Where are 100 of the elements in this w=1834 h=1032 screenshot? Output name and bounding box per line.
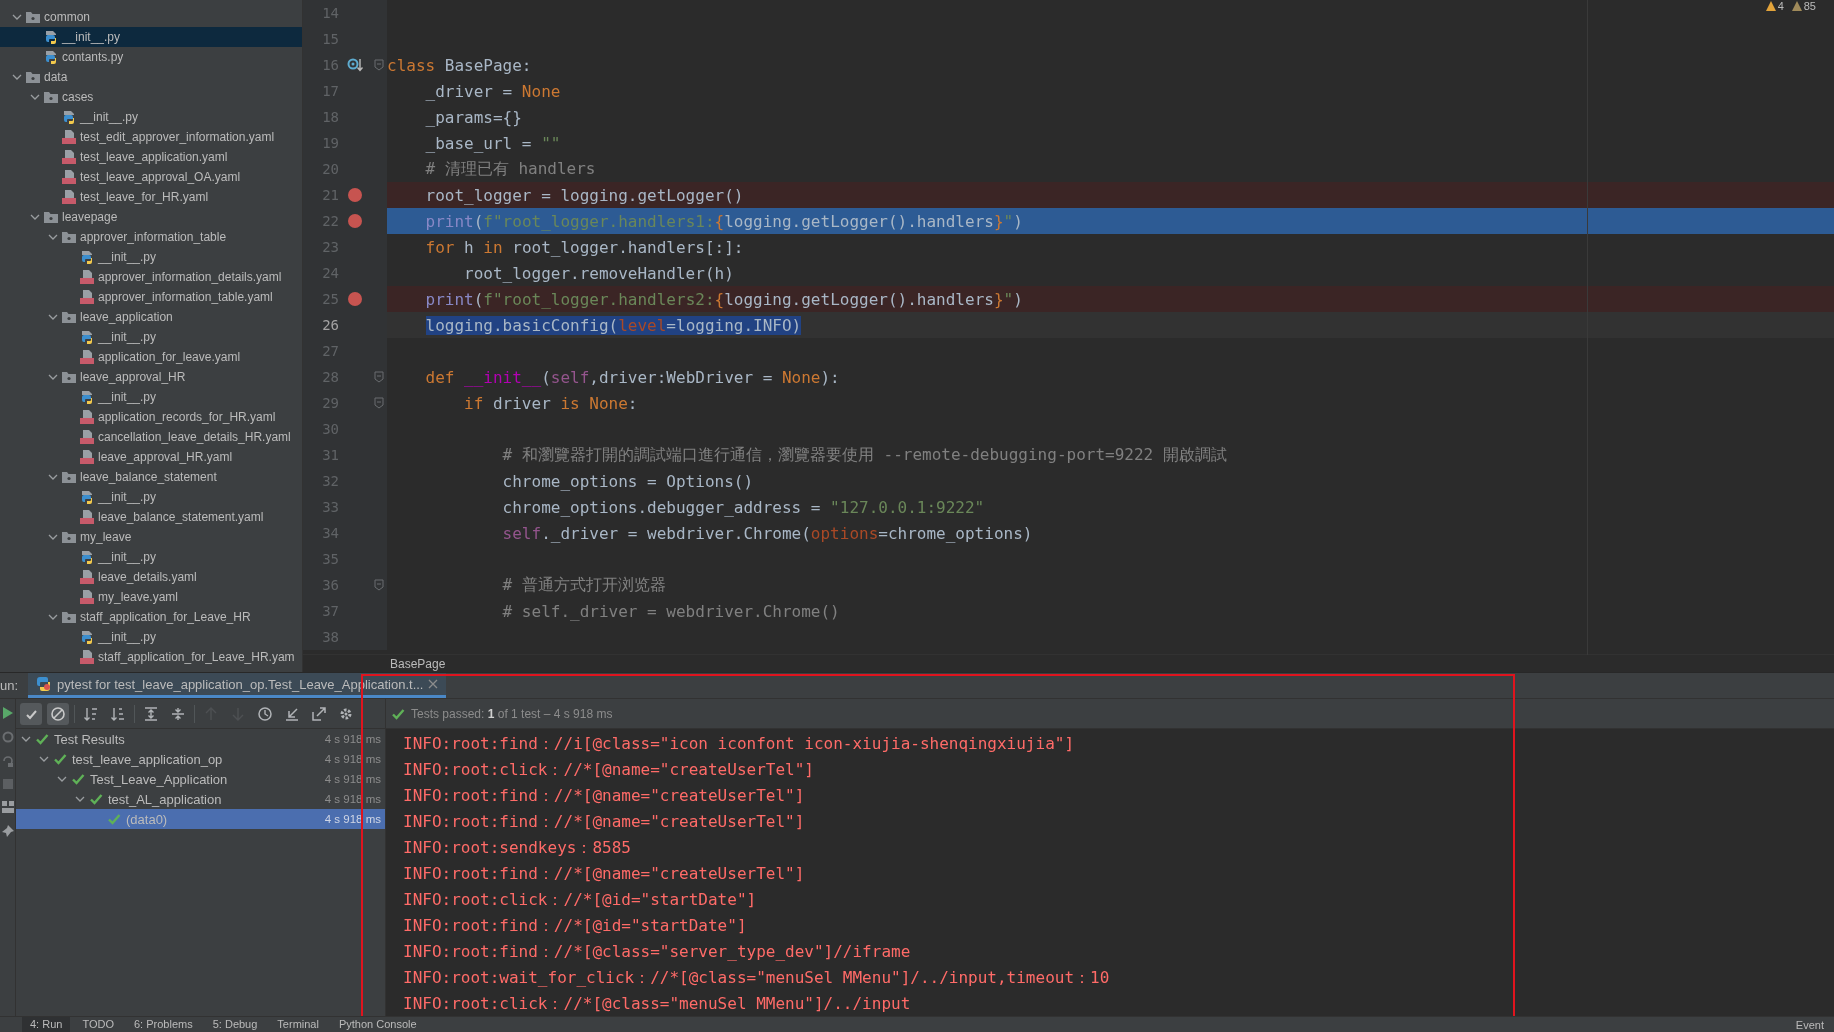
chevron-down-icon[interactable] (30, 92, 40, 102)
chevron-down-icon[interactable] (12, 72, 22, 82)
yaml-file-icon (62, 130, 76, 144)
show-passed-button[interactable] (20, 702, 42, 725)
code-line: _params={} (425, 107, 522, 127)
fold-icon[interactable] (374, 371, 384, 383)
breadcrumb[interactable]: BasePage (390, 656, 446, 671)
chevron-down-icon[interactable] (48, 312, 58, 322)
breakpoint-icon[interactable] (348, 214, 362, 228)
yaml-file-icon (80, 650, 94, 664)
warning-count[interactable]: 85 (1803, 0, 1816, 12)
fold-icon[interactable] (374, 397, 384, 409)
chevron-down-icon[interactable] (48, 612, 58, 622)
tree-item[interactable]: leavepage (0, 207, 302, 227)
stop-circle-button[interactable] (47, 702, 69, 725)
tree-item[interactable]: __init__.py (0, 327, 302, 347)
tree-item[interactable]: leave_approval_HR (0, 367, 302, 387)
layout-icon[interactable] (1, 801, 14, 813)
tree-item[interactable]: leave_approval_HR.yaml (0, 447, 302, 467)
tree-item[interactable]: data (0, 67, 302, 87)
chevron-down-icon[interactable] (30, 212, 40, 222)
run-icon[interactable] (2, 707, 13, 719)
tree-item[interactable]: leave_details.yaml (0, 567, 302, 587)
tool-window-tab[interactable]: 5: Debug (204, 1017, 266, 1032)
tree-item[interactable]: test_leave_for_HR.yaml (0, 187, 302, 207)
folder-icon (62, 471, 76, 483)
chevron-down-icon[interactable] (48, 532, 58, 542)
console-line: INFO:root:find：//*[@name="createUserTel"] (403, 785, 805, 807)
yaml-file-icon (62, 170, 76, 184)
console-line: INFO:root:click：//*[@id="startDate"] (403, 889, 757, 911)
tree-item[interactable]: cancellation_leave_details_HR.yaml (0, 427, 302, 447)
tree-item[interactable]: test_leave_application.yaml (0, 147, 302, 167)
console-line: INFO:root:find：//*[@name="createUserTel"] (403, 811, 805, 833)
stop-circle-icon (50, 705, 66, 722)
tool-window-tab[interactable]: Python Console (330, 1017, 425, 1032)
python-file-icon (44, 50, 58, 64)
tool-window-tab[interactable]: TODO (74, 1017, 122, 1032)
folder-icon (62, 611, 76, 623)
tree-item[interactable]: contants.py (0, 47, 302, 67)
tree-item[interactable]: common (0, 7, 302, 27)
python-file-icon (80, 550, 94, 564)
chevron-down-icon[interactable] (39, 754, 49, 764)
code-line: # self._driver = webdriver.Chrome() (502, 601, 840, 621)
override-icon[interactable] (347, 57, 363, 73)
fold-icon[interactable] (374, 59, 384, 71)
tree-item[interactable]: __init__.py (0, 547, 302, 567)
folder-icon (44, 91, 58, 103)
yaml-file-icon (80, 430, 94, 444)
chevron-down-icon[interactable] (12, 12, 22, 22)
breakpoint-icon[interactable] (348, 188, 362, 202)
chevron-down-icon[interactable] (48, 372, 58, 382)
chevron-down-icon[interactable] (57, 774, 67, 784)
chevron-down-icon[interactable] (21, 734, 31, 744)
tool-window-tab[interactable]: 6: Problems (126, 1017, 201, 1032)
tool-window-tab[interactable]: 4: Run (22, 1017, 71, 1032)
breakpoint-icon[interactable] (348, 292, 362, 306)
fold-icon[interactable] (374, 579, 384, 591)
python-file-icon (44, 30, 58, 44)
chevron-down-icon[interactable] (75, 794, 85, 804)
event-log-button[interactable]: Event (1795, 1018, 1824, 1031)
console-line: INFO:root:find：//*[@class="server_type_dev"]//iframe (403, 941, 911, 963)
console-line: INFO:root:find：//i[@class="icon iconfont icon-xiujia-shenqingxiujia"] (403, 733, 1075, 755)
tree-item[interactable]: __init__.py (0, 27, 302, 47)
tree-item[interactable]: __init__.py (0, 247, 302, 267)
tree-item[interactable]: staff_application_for_Leave_HR.yam (0, 647, 302, 667)
tree-item[interactable]: cases (0, 87, 302, 107)
folder-icon (62, 531, 76, 543)
tree-item[interactable]: application_for_leave.yaml (0, 347, 302, 367)
tree-item[interactable]: leave_application (0, 307, 302, 327)
code-line: root_logger = logging.getLogger() (425, 185, 744, 205)
python-file-icon (62, 110, 76, 124)
python-test-icon (36, 676, 53, 692)
rerun-icon[interactable] (1, 731, 14, 743)
tree-item[interactable]: __init__.py (0, 107, 302, 127)
chevron-down-icon[interactable] (48, 472, 58, 482)
tree-item[interactable]: __init__.py (0, 487, 302, 507)
tree-item[interactable]: leave_balance_statement (0, 467, 302, 487)
yaml-file-icon (80, 510, 94, 524)
tree-item[interactable]: approver_information_details.yaml (0, 267, 302, 287)
tool-window-tab[interactable]: Terminal (269, 1017, 327, 1032)
tree-item[interactable]: test_leave_approval_OA.yaml (0, 167, 302, 187)
tree-item[interactable]: approver_information_table.yaml (0, 287, 302, 307)
python-file-icon (80, 330, 94, 344)
tree-item[interactable]: staff_application_for_Leave_HR (0, 607, 302, 627)
code-line: print(f"root_logger.handlers2:{logging.getLogger().handlers}") (425, 289, 1023, 309)
line-number: 26 (321, 317, 339, 333)
tree-item[interactable]: my_leave.yaml (0, 587, 302, 607)
close-icon[interactable] (428, 679, 439, 689)
tree-item[interactable]: __init__.py (0, 387, 302, 407)
expand-all-icon (143, 705, 159, 722)
tree-item[interactable]: my_leave (0, 527, 302, 547)
tree-item[interactable]: leave_balance_statement.yaml (0, 507, 302, 527)
tree-item[interactable]: test_edit_approver_information.yaml (0, 127, 302, 147)
import-icon (284, 705, 300, 722)
tree-item[interactable]: approver_information_table (0, 227, 302, 247)
warning-count[interactable]: 4 (1777, 0, 1784, 12)
test-status-text: Tests passed: 1 of 1 test – 4 s 918 ms (411, 706, 613, 721)
tree-item[interactable]: application_records_for_HR.yaml (0, 407, 302, 427)
tree-item[interactable]: __init__.py (0, 627, 302, 647)
chevron-down-icon[interactable] (48, 232, 58, 242)
